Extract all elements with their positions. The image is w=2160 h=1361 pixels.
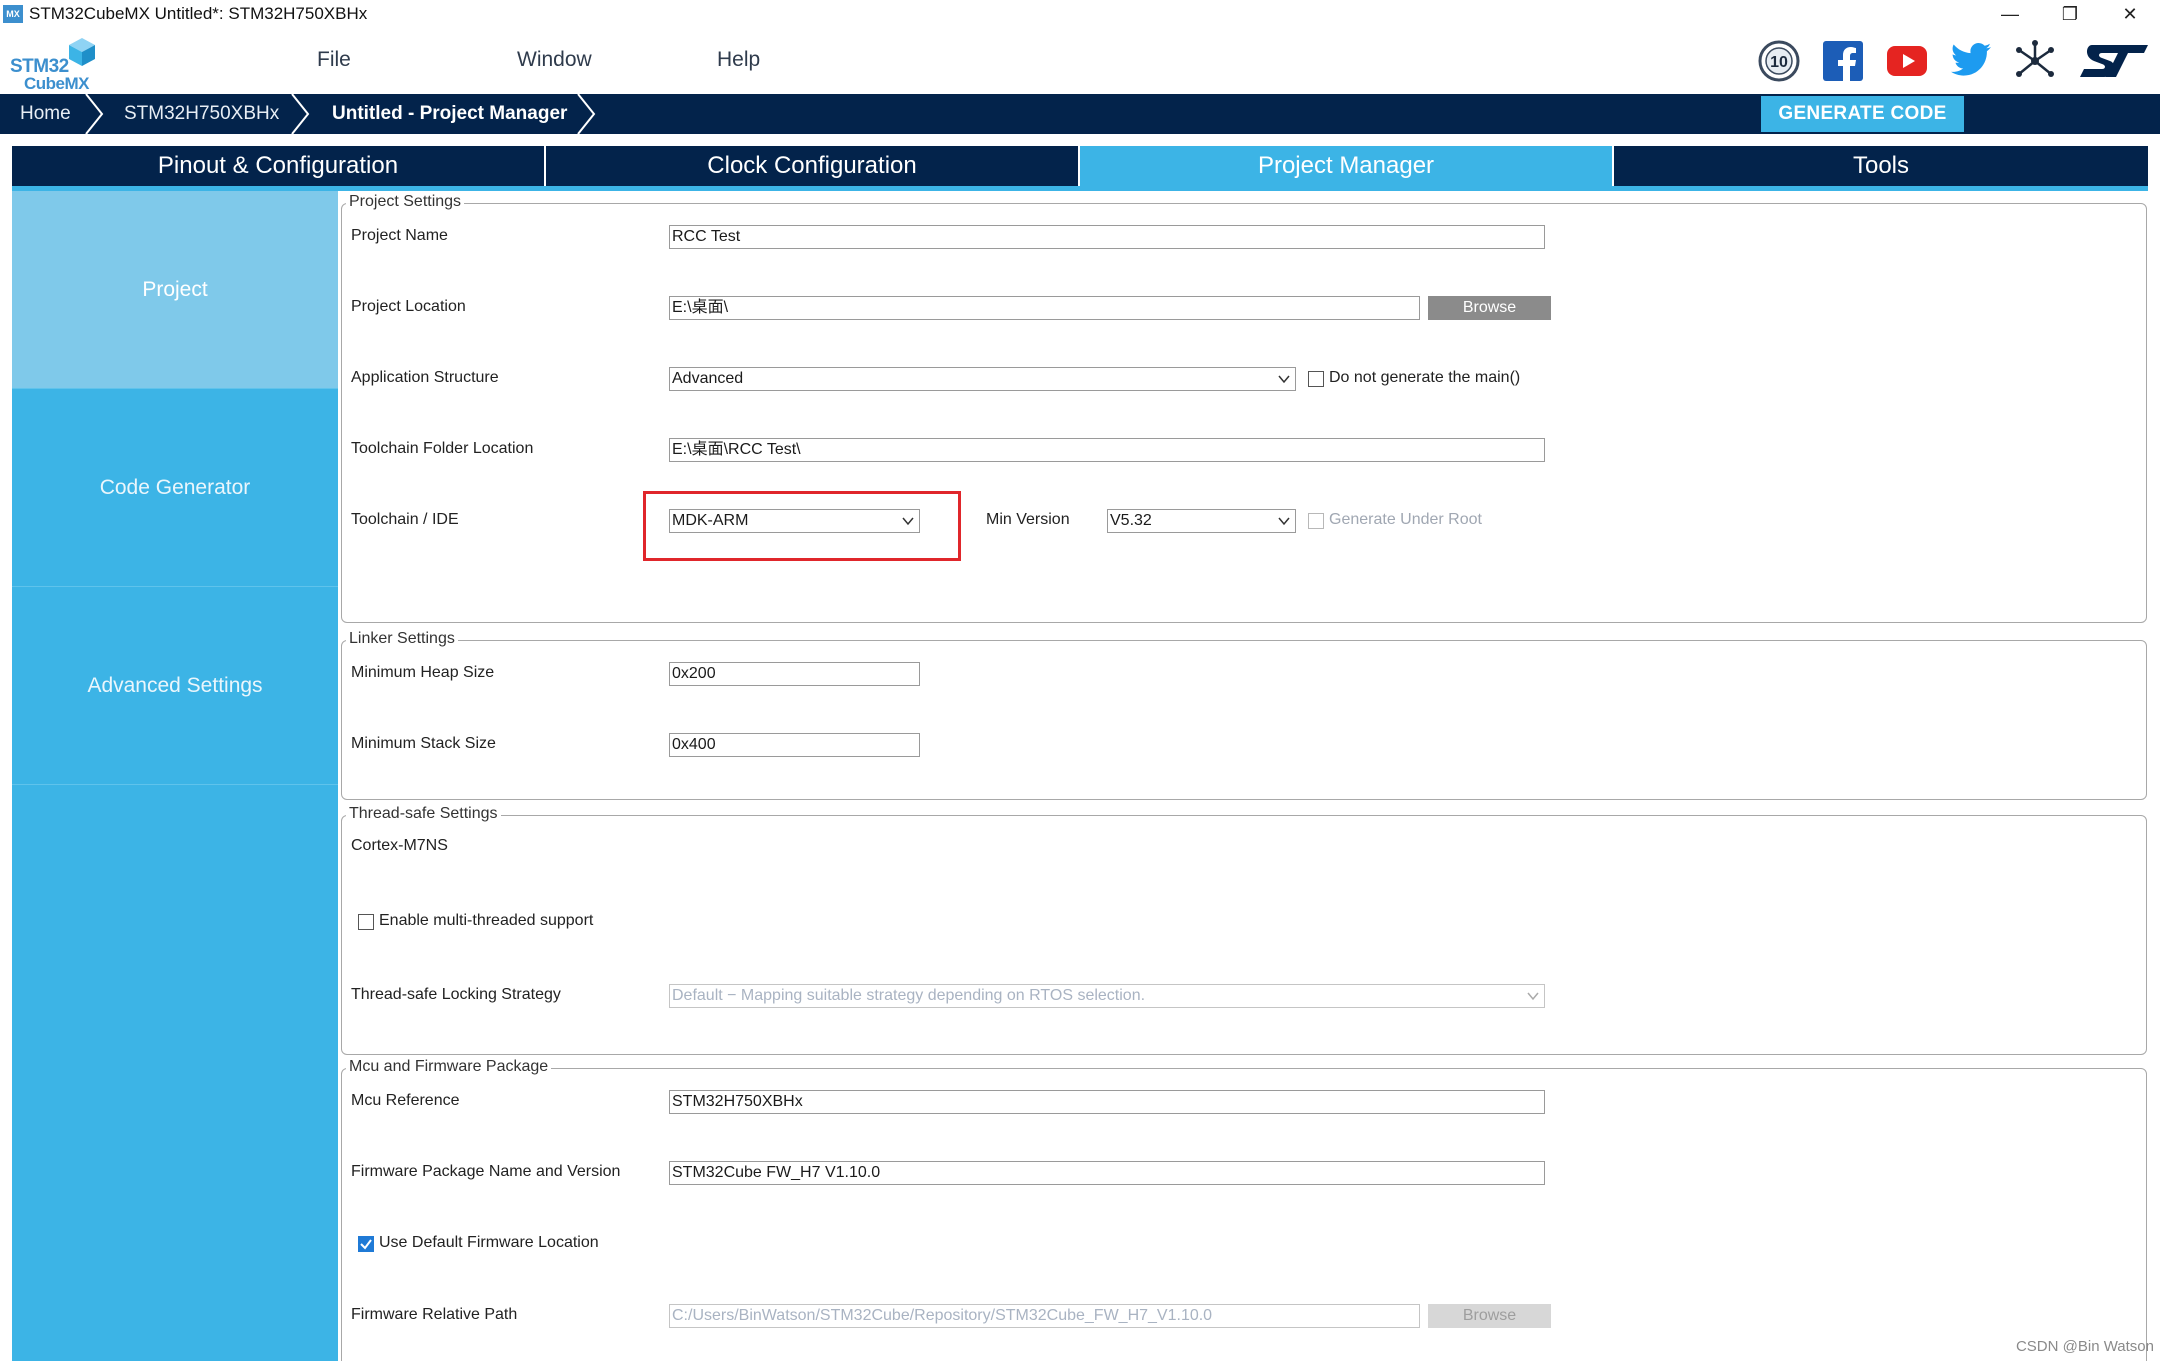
cube-logo-icon bbox=[69, 38, 95, 66]
highlight-box bbox=[643, 491, 961, 561]
do-not-generate-main-checkbox[interactable] bbox=[1308, 371, 1324, 387]
tab-tools[interactable]: Tools bbox=[1614, 146, 2148, 186]
project-location-browse-button[interactable]: Browse bbox=[1428, 296, 1551, 320]
min-version-value: V5.32 bbox=[1110, 512, 1152, 529]
core-name-label: Cortex-M7NS bbox=[351, 837, 448, 854]
sidebar-item-project[interactable]: Project bbox=[12, 191, 338, 389]
project-settings-panel: Project Settings Project Name RCC Test P… bbox=[338, 191, 2160, 1361]
minimum-heap-size-label: Minimum Heap Size bbox=[351, 664, 495, 681]
do-not-generate-main-label: Do not generate the main() bbox=[1329, 369, 1521, 386]
locking-strategy-select[interactable]: Default − Mapping suitable strategy depe… bbox=[669, 984, 1545, 1008]
locking-strategy-value: Default − Mapping suitable strategy depe… bbox=[672, 987, 1146, 1004]
thread-safe-settings-group bbox=[341, 815, 2147, 1055]
min-version-select[interactable]: V5.32 bbox=[1107, 509, 1296, 533]
st-logo-icon[interactable] bbox=[2078, 40, 2150, 82]
tab-clock-configuration[interactable]: Clock Configuration bbox=[546, 146, 1080, 186]
watermark: CSDN @Bin Watson bbox=[2015, 1338, 2154, 1355]
menu-help[interactable]: Help bbox=[717, 48, 760, 72]
sidebar-item-advanced-settings[interactable]: Advanced Settings bbox=[12, 587, 338, 785]
application-structure-value: Advanced bbox=[672, 370, 744, 387]
project-manager-sidebar: Project Code Generator Advanced Settings bbox=[12, 191, 338, 1361]
firmware-relative-path-input[interactable]: C:/Users/BinWatson/STM32Cube/Repository/… bbox=[669, 1304, 1420, 1328]
linker-settings-group bbox=[341, 640, 2147, 800]
chevron-down-icon bbox=[1278, 517, 1290, 526]
firmware-package-input[interactable]: STM32Cube FW_H7 V1.10.0 bbox=[669, 1161, 1545, 1185]
project-settings-title: Project Settings bbox=[346, 193, 465, 211]
firmware-package-label: Firmware Package Name and Version bbox=[351, 1163, 621, 1180]
breadcrumb-device[interactable]: STM32H750XBHx bbox=[124, 94, 279, 134]
breadcrumb-home[interactable]: Home bbox=[20, 94, 71, 134]
use-default-firmware-label: Use Default Firmware Location bbox=[379, 1234, 599, 1251]
window-title: STM32CubeMX Untitled*: STM32H750XBHx bbox=[29, 4, 368, 23]
chevron-down-icon bbox=[1527, 992, 1539, 1001]
generate-code-button[interactable]: GENERATE CODE bbox=[1761, 96, 1964, 132]
twitter-icon[interactable] bbox=[1950, 40, 1992, 82]
minimum-stack-size-input[interactable]: 0x400 bbox=[669, 733, 920, 757]
main-tabs: Pinout & Configuration Clock Configurati… bbox=[12, 146, 2148, 186]
window-controls: — ❐ ✕ bbox=[1980, 0, 2160, 28]
minimize-button[interactable]: — bbox=[1980, 0, 2040, 28]
checkmark-icon bbox=[360, 1239, 372, 1250]
window-title-bar: MX STM32CubeMX Untitled*: STM32H750XBHx … bbox=[0, 0, 2160, 28]
project-name-input[interactable]: RCC Test bbox=[669, 225, 1545, 249]
badge-text: 10 bbox=[1770, 54, 1788, 71]
project-settings-group bbox=[341, 203, 2147, 623]
thread-safe-settings-title: Thread-safe Settings bbox=[346, 805, 501, 823]
network-share-icon[interactable] bbox=[2014, 40, 2056, 82]
toolchain-folder-label: Toolchain Folder Location bbox=[351, 440, 534, 457]
use-default-firmware-checkbox[interactable] bbox=[358, 1236, 374, 1252]
breadcrumb-chevron-icon bbox=[577, 94, 596, 134]
generate-under-root-checkbox[interactable] bbox=[1308, 513, 1324, 529]
minimum-heap-size-input[interactable]: 0x200 bbox=[669, 662, 920, 686]
firmware-path-browse-button[interactable]: Browse bbox=[1428, 1304, 1551, 1328]
project-name-label: Project Name bbox=[351, 227, 448, 244]
generate-under-root-label: Generate Under Root bbox=[1329, 511, 1482, 528]
project-location-label: Project Location bbox=[351, 298, 466, 315]
breadcrumb: Home STM32H750XBHx Untitled - Project Ma… bbox=[0, 94, 2160, 134]
mcu-firmware-title: Mcu and Firmware Package bbox=[346, 1058, 552, 1076]
project-location-input[interactable]: E:\桌面\ bbox=[669, 296, 1420, 320]
tab-project-manager[interactable]: Project Manager bbox=[1080, 146, 1614, 186]
toolchain-folder-input[interactable]: E:\桌面\RCC Test\ bbox=[669, 438, 1545, 462]
firmware-relative-path-label: Firmware Relative Path bbox=[351, 1306, 518, 1323]
breadcrumb-current[interactable]: Untitled - Project Manager bbox=[332, 94, 567, 134]
linker-settings-title: Linker Settings bbox=[346, 630, 458, 648]
breadcrumb-chevron-icon bbox=[85, 94, 104, 134]
minimum-stack-size-label: Minimum Stack Size bbox=[351, 735, 496, 752]
app-icon: MX bbox=[3, 5, 23, 23]
application-structure-label: Application Structure bbox=[351, 369, 499, 386]
enable-multithread-label: Enable multi-threaded support bbox=[379, 912, 594, 929]
breadcrumb-chevron-icon bbox=[291, 94, 310, 134]
menu-window[interactable]: Window bbox=[517, 48, 592, 72]
stm32cubemx-logo: STM32 CubeMX bbox=[10, 36, 102, 93]
anniversary-badge-icon[interactable]: 10 bbox=[1758, 40, 1800, 82]
enable-multithread-checkbox[interactable] bbox=[358, 914, 374, 930]
mcu-reference-input[interactable]: STM32H750XBHx bbox=[669, 1090, 1545, 1114]
tab-pinout-configuration[interactable]: Pinout & Configuration bbox=[12, 146, 546, 186]
youtube-icon[interactable] bbox=[1886, 40, 1928, 82]
toolchain-ide-label: Toolchain / IDE bbox=[351, 511, 459, 528]
logo-text-cubemx: CubeMX bbox=[24, 74, 90, 93]
menu-bar: STM32 CubeMX File Window Help 10 bbox=[0, 28, 2160, 94]
sidebar-item-code-generator[interactable]: Code Generator bbox=[12, 389, 338, 587]
close-button[interactable]: ✕ bbox=[2100, 0, 2160, 28]
mcu-reference-label: Mcu Reference bbox=[351, 1092, 460, 1109]
menu-file[interactable]: File bbox=[317, 48, 351, 72]
facebook-icon[interactable] bbox=[1822, 40, 1864, 82]
social-links: 10 bbox=[1758, 38, 2150, 84]
application-structure-select[interactable]: Advanced bbox=[669, 367, 1296, 391]
locking-strategy-label: Thread-safe Locking Strategy bbox=[351, 986, 561, 1003]
chevron-down-icon bbox=[1278, 375, 1290, 384]
min-version-label: Min Version bbox=[986, 511, 1070, 528]
restore-button[interactable]: ❐ bbox=[2040, 0, 2100, 28]
